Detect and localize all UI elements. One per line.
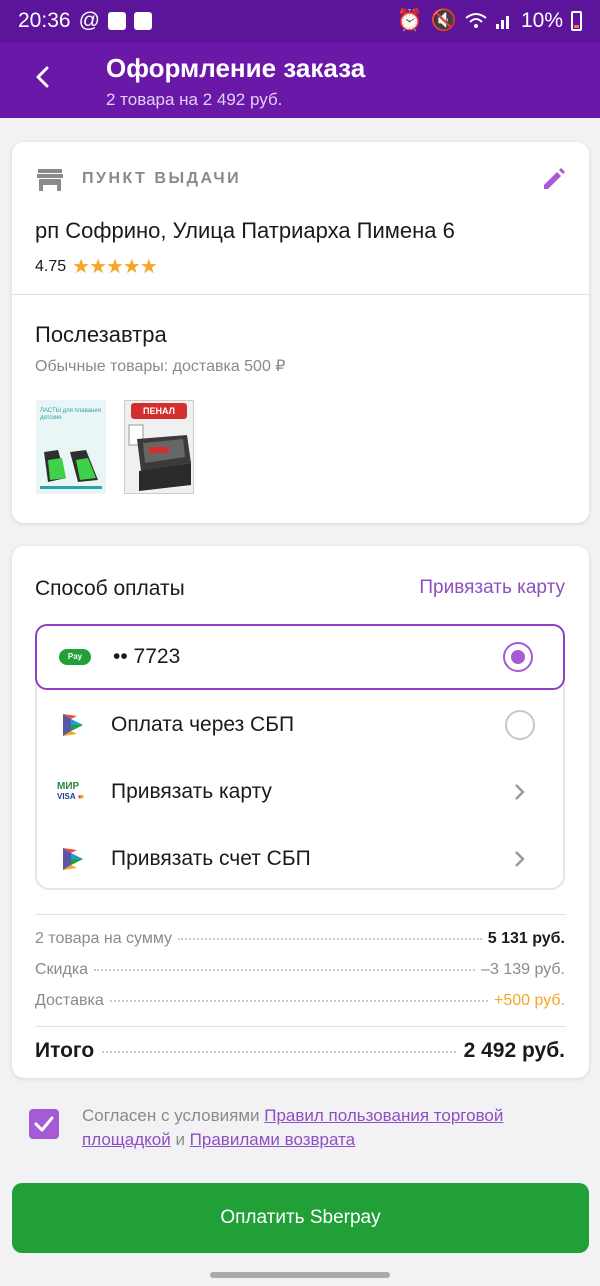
chevron-right-icon — [515, 851, 525, 867]
divider — [12, 294, 589, 295]
summary-discount-value: –3 139 руб. — [481, 961, 565, 978]
divider — [35, 1026, 566, 1027]
sbp-icon — [63, 714, 83, 736]
back-button[interactable] — [22, 56, 64, 98]
summary-total-row: Итого 2 492 руб. — [35, 1039, 565, 1063]
flippers-picture — [40, 450, 102, 489]
checkbox-notification-icon — [107, 12, 126, 30]
page-title: Оформление заказа — [106, 53, 366, 83]
visa-logo: VISA ●● — [57, 792, 85, 801]
store-icon — [37, 169, 63, 191]
link-card-link[interactable]: Привязать карту — [419, 577, 565, 599]
status-bar: 20:36 @ ⏰ 🔇 10% — [0, 0, 600, 42]
check-icon — [34, 1116, 54, 1132]
wifi-icon — [465, 13, 487, 28]
mir-visa-mc-icon: МИР VISA ●● — [57, 782, 84, 802]
pickup-rating: 4.75 ★★★★★ — [35, 254, 158, 279]
divider — [35, 914, 566, 915]
summary-items-row: 2 товара на сумму 5 131 руб. — [35, 930, 565, 948]
delivery-cost: Обычные товары: доставка 500 ₽ — [35, 358, 286, 375]
summary-total-value: 2 492 руб. — [463, 1039, 565, 1062]
summary-delivery-row: Доставка +500 руб. — [35, 992, 565, 1010]
radio-selected[interactable] — [503, 642, 533, 672]
page-subtitle: 2 товара на 2 492 руб. — [106, 90, 283, 109]
payment-option-label: Оплата через СБП — [111, 713, 295, 736]
pencil-icon[interactable] — [539, 164, 569, 194]
agreement-prefix: Согласен с условиями — [82, 1106, 265, 1125]
payment-option-link-sbp[interactable]: Привязать счет СБП — [35, 826, 565, 892]
product-image-flippers[interactable]: ЛАСТЫ для плавания детские — [36, 400, 106, 494]
summary-items-label: 2 товара на сумму — [35, 930, 173, 947]
delivery-card: ПУНКТ ВЫДАЧИ рп Софрино, Улица Патриарха… — [12, 142, 589, 523]
mute-icon: 🔇 — [430, 9, 457, 32]
payment-option-label: Привязать карту — [111, 780, 272, 803]
payment-title: Способ оплаты — [35, 577, 185, 600]
payment-option-label: Привязать счет СБП — [111, 847, 311, 870]
home-indicator[interactable] — [210, 1272, 390, 1278]
summary-discount-row: Скидка –3 139 руб. — [35, 961, 565, 979]
agreement-checkbox[interactable] — [29, 1109, 59, 1139]
battery-icon — [571, 11, 582, 31]
sbp-icon — [63, 848, 83, 870]
payment-option-link-card[interactable]: МИР VISA ●● Привязать карту — [35, 759, 565, 825]
summary-discount-label: Скидка — [35, 961, 89, 978]
pencil-case-picture — [128, 424, 191, 491]
mir-logo: МИР — [57, 781, 80, 792]
sberpay-icon: Pay — [59, 649, 91, 665]
return-policy-link[interactable]: Правилами возврата — [190, 1130, 355, 1149]
chevron-right-icon — [515, 784, 525, 800]
summary-items-value: 5 131 руб. — [487, 930, 565, 947]
pickup-address: рп Софрино, Улица Патриарха Пимена 6 — [35, 218, 455, 243]
status-time: 20:36 — [18, 9, 71, 32]
payment-option-sberpay[interactable]: Pay •• 7723 — [35, 624, 565, 690]
arrow-left-icon — [36, 66, 49, 88]
at-icon: @ — [78, 9, 100, 32]
app-bar: Оформление заказа 2 товара на 2 492 руб. — [0, 42, 600, 118]
delivery-date: Послезавтра — [35, 322, 167, 347]
payment-card: Способ оплаты Привязать карту Pay •• 772… — [12, 546, 589, 1078]
summary-delivery-value: +500 руб. — [494, 992, 565, 1009]
pay-button[interactable]: Оплатить Sberpay — [12, 1183, 589, 1253]
product-image-pencil-case[interactable]: ПЕНАЛ — [124, 400, 194, 494]
agreement-text: Согласен с условиями Правил пользования … — [82, 1104, 572, 1152]
radio-unselected[interactable] — [505, 710, 535, 740]
payment-options: Pay •• 7723 Оплата через СБП МИР VISA ●●… — [35, 624, 565, 890]
signal-icon — [495, 16, 509, 29]
star-rating-icon: ★★★★★ — [72, 256, 158, 278]
agreement-middle: и — [170, 1130, 190, 1149]
payment-option-label: •• 7723 — [113, 645, 181, 668]
battery-percent: 10% — [520, 9, 563, 32]
rating-value: 4.75 — [35, 257, 67, 275]
payment-option-sbp[interactable]: Оплата через СБП — [35, 692, 565, 758]
alarm-icon: ⏰ — [396, 9, 423, 32]
image-notification-icon — [133, 12, 152, 30]
pickup-label: ПУНКТ ВЫДАЧИ — [82, 170, 242, 187]
summary-delivery-label: Доставка — [35, 992, 104, 1009]
summary-total-label: Итого — [35, 1039, 95, 1062]
